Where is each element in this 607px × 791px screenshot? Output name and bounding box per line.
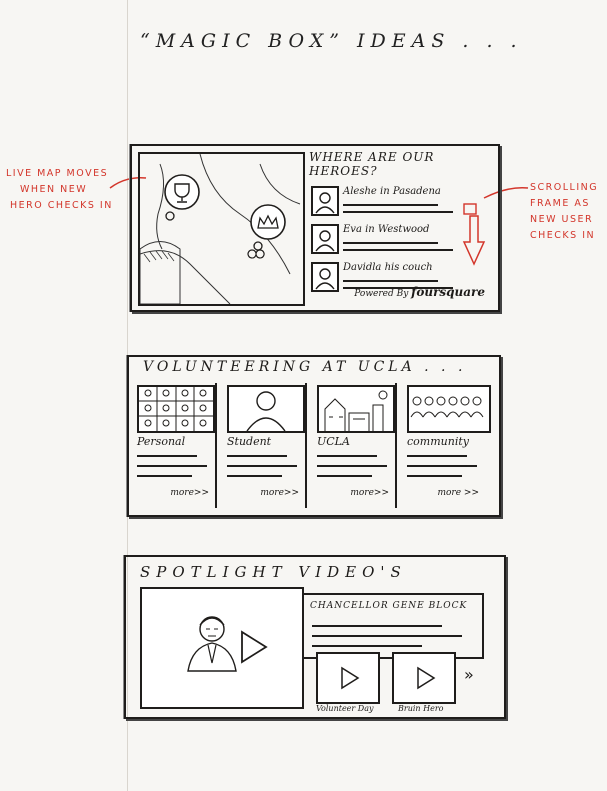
card-label: Personal — [137, 435, 186, 448]
annotation-line: FRAME AS — [530, 198, 590, 209]
card-image — [407, 385, 491, 433]
video-thumbnail[interactable] — [392, 652, 456, 704]
main-video-player[interactable] — [140, 587, 304, 709]
text-placeholder-line — [227, 475, 282, 477]
volunteering-title: VOLUNTEERING AT UCLA . . . — [143, 359, 467, 375]
scroll-down-arrow-icon[interactable] — [462, 202, 488, 272]
text-placeholder-line — [317, 455, 377, 457]
text-placeholder-line — [407, 475, 462, 477]
text-placeholder-line — [137, 455, 197, 457]
video-thumbnail[interactable] — [316, 652, 380, 704]
volunteer-card-community[interactable]: community more >> — [403, 383, 491, 508]
text-placeholder-line — [343, 242, 438, 244]
more-link[interactable]: more >> — [437, 488, 479, 498]
hero-checkin-text: Aleshe in Pasadena — [343, 186, 441, 197]
spotlight-magic-box: SPOTLIGHT VIDEO'S CHANCELLOR GENE BLOCK … — [124, 555, 506, 719]
card-label: UCLA — [317, 435, 350, 448]
annotation-line: LIVE MAP MOVES — [6, 168, 109, 179]
map-sketch — [140, 154, 301, 304]
live-map-annotation: LIVE MAP MOVES WHEN NEW HERO CHECKS IN — [6, 166, 113, 214]
avatar — [311, 262, 339, 292]
text-placeholder-line — [137, 465, 207, 467]
video-thumbnail-label: Bruin Hero — [398, 704, 444, 713]
text-placeholder-line — [407, 455, 467, 457]
text-placeholder-line — [407, 465, 477, 467]
card-label: Student — [227, 435, 272, 448]
featured-video-info: CHANCELLOR GENE BLOCK — [302, 593, 484, 659]
text-placeholder-line — [137, 475, 192, 477]
text-placeholder-line — [227, 455, 287, 457]
live-map[interactable] — [138, 152, 305, 306]
volunteer-card-ucla[interactable]: UCLA more>> — [313, 383, 397, 508]
more-link[interactable]: more>> — [260, 488, 299, 498]
play-icon — [417, 666, 436, 690]
text-placeholder-line — [343, 204, 438, 206]
more-link[interactable]: more>> — [350, 488, 389, 498]
text-placeholder-line — [317, 465, 387, 467]
text-placeholder-line — [312, 635, 462, 637]
heroes-title: WHERE ARE OUR HEROES? — [309, 150, 435, 178]
text-placeholder-line — [343, 280, 438, 282]
annotation-line: WHEN NEW — [20, 184, 88, 195]
text-placeholder-line — [343, 211, 453, 213]
card-image — [227, 385, 305, 433]
card-image — [317, 385, 395, 433]
annotation-line: NEW USER — [530, 214, 594, 225]
avatar — [311, 224, 339, 254]
hero-checkin-text: Davidla his couch — [343, 262, 433, 273]
annotation-line: HERO CHECKS IN — [10, 200, 113, 211]
chancellor-portrait — [187, 616, 237, 672]
card-label: community — [407, 435, 469, 448]
avatar — [311, 186, 339, 216]
text-placeholder-line — [312, 625, 442, 627]
annotation-line: CHECKS IN — [530, 230, 596, 241]
card-image — [137, 385, 215, 433]
foursquare-logo: foursquare — [411, 285, 485, 299]
next-videos-icon[interactable]: » — [464, 665, 474, 684]
volunteer-card-personal[interactable]: Personal more>> — [133, 383, 217, 508]
text-placeholder-line — [312, 645, 422, 647]
volunteer-card-student[interactable]: Student more>> — [223, 383, 307, 508]
video-thumbnail-label: Volunteer Day — [316, 704, 374, 713]
text-placeholder-line — [343, 249, 453, 251]
page-title: “MAGIC BOX” IDEAS . . . — [140, 30, 523, 52]
featured-video-title: CHANCELLOR GENE BLOCK — [310, 601, 468, 611]
powered-by: Powered By foursquare — [354, 285, 485, 299]
volunteering-magic-box: VOLUNTEERING AT UCLA . . . Personal more… — [127, 355, 501, 517]
powered-by-prefix: Powered By — [354, 289, 409, 299]
heroes-magic-box: WHERE ARE OUR HEROES? Aleshe in Pasadena… — [130, 144, 500, 312]
text-placeholder-line — [317, 475, 372, 477]
spotlight-title: SPOTLIGHT VIDEO'S — [140, 563, 407, 581]
play-icon[interactable] — [238, 629, 268, 665]
scrolling-frame-annotation: SCROLLING FRAME AS NEW USER CHECKS IN — [530, 180, 598, 244]
text-placeholder-line — [227, 465, 297, 467]
play-icon — [341, 666, 360, 690]
more-link[interactable]: more>> — [170, 488, 209, 498]
hero-checkin-text: Eva in Westwood — [343, 224, 430, 235]
annotation-line: SCROLLING — [530, 182, 599, 193]
